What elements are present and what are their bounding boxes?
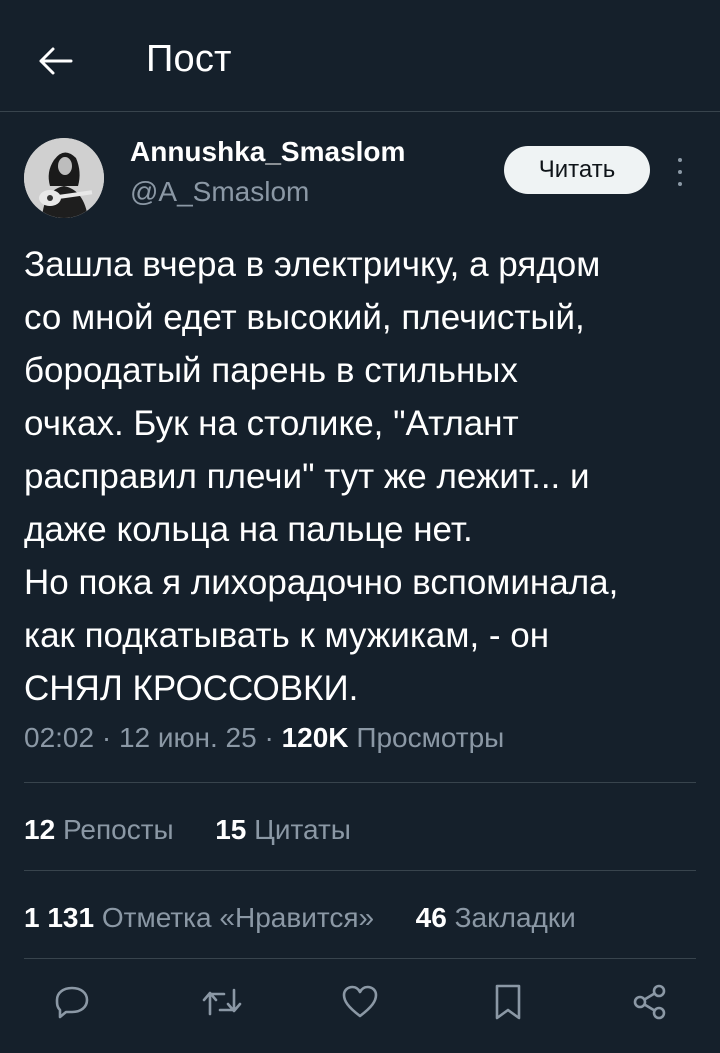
likes-label: Отметка «Нравится» bbox=[101, 902, 375, 933]
divider bbox=[24, 870, 696, 871]
share-button[interactable] bbox=[628, 980, 672, 1024]
reply-icon bbox=[55, 986, 89, 1019]
more-vertical-icon bbox=[678, 158, 682, 162]
page-title: Пост bbox=[146, 38, 232, 80]
like-button[interactable] bbox=[338, 980, 382, 1024]
reposts-link[interactable]: 12 Репосты bbox=[24, 814, 181, 845]
avatar[interactable] bbox=[24, 138, 104, 218]
repost-button[interactable] bbox=[200, 980, 244, 1024]
bookmark-icon bbox=[495, 984, 521, 1020]
reposts-label: Репосты bbox=[62, 814, 174, 845]
follow-button[interactable]: Читать bbox=[504, 146, 650, 194]
more-options-button[interactable] bbox=[668, 152, 692, 192]
repost-icon bbox=[202, 988, 242, 1016]
views-label: Просмотры bbox=[356, 722, 505, 753]
bookmarks-label: Закладки bbox=[454, 902, 576, 933]
likes-link[interactable]: 1 131 Отметка «Нравится» bbox=[24, 902, 382, 933]
divider bbox=[24, 958, 696, 959]
bookmark-button[interactable] bbox=[486, 980, 530, 1024]
author-display-name[interactable]: Annushka_Smaslom bbox=[130, 136, 405, 168]
author-handle[interactable]: @A_Smaslom bbox=[130, 176, 309, 208]
tweet-meta: 02:02 · 12 июн. 25 · 120K Просмотры bbox=[24, 722, 505, 753]
action-bar bbox=[0, 980, 720, 1040]
bookmarks-link[interactable]: 46 Закладки bbox=[416, 902, 576, 933]
tweet-text: Зашла вчера в электричку, а рядом со мно… bbox=[24, 245, 619, 708]
repost-stats: 12 Репосты 15 Цитаты bbox=[24, 814, 351, 846]
top-bar: Пост bbox=[0, 0, 720, 112]
likes-count: 1 131 bbox=[24, 902, 95, 933]
views-count: 120K bbox=[281, 722, 349, 753]
like-stats: 1 131 Отметка «Нравится» 46 Закладки bbox=[24, 902, 576, 934]
divider bbox=[24, 782, 696, 783]
tweet-date[interactable]: 12 июн. 25 bbox=[119, 722, 257, 753]
quotes-count: 15 bbox=[215, 814, 247, 845]
heart-icon bbox=[342, 985, 378, 1018]
reposts-count: 12 bbox=[24, 814, 56, 845]
quotes-label: Цитаты bbox=[254, 814, 351, 845]
tweet-time[interactable]: 02:02 bbox=[24, 722, 94, 753]
reply-button[interactable] bbox=[50, 980, 94, 1024]
share-icon bbox=[633, 984, 666, 1020]
back-button[interactable] bbox=[30, 36, 80, 86]
avatar-image bbox=[24, 138, 104, 218]
bookmarks-count: 46 bbox=[415, 902, 447, 933]
arrow-left-icon bbox=[39, 47, 73, 75]
quotes-link[interactable]: 15 Цитаты bbox=[215, 814, 351, 845]
